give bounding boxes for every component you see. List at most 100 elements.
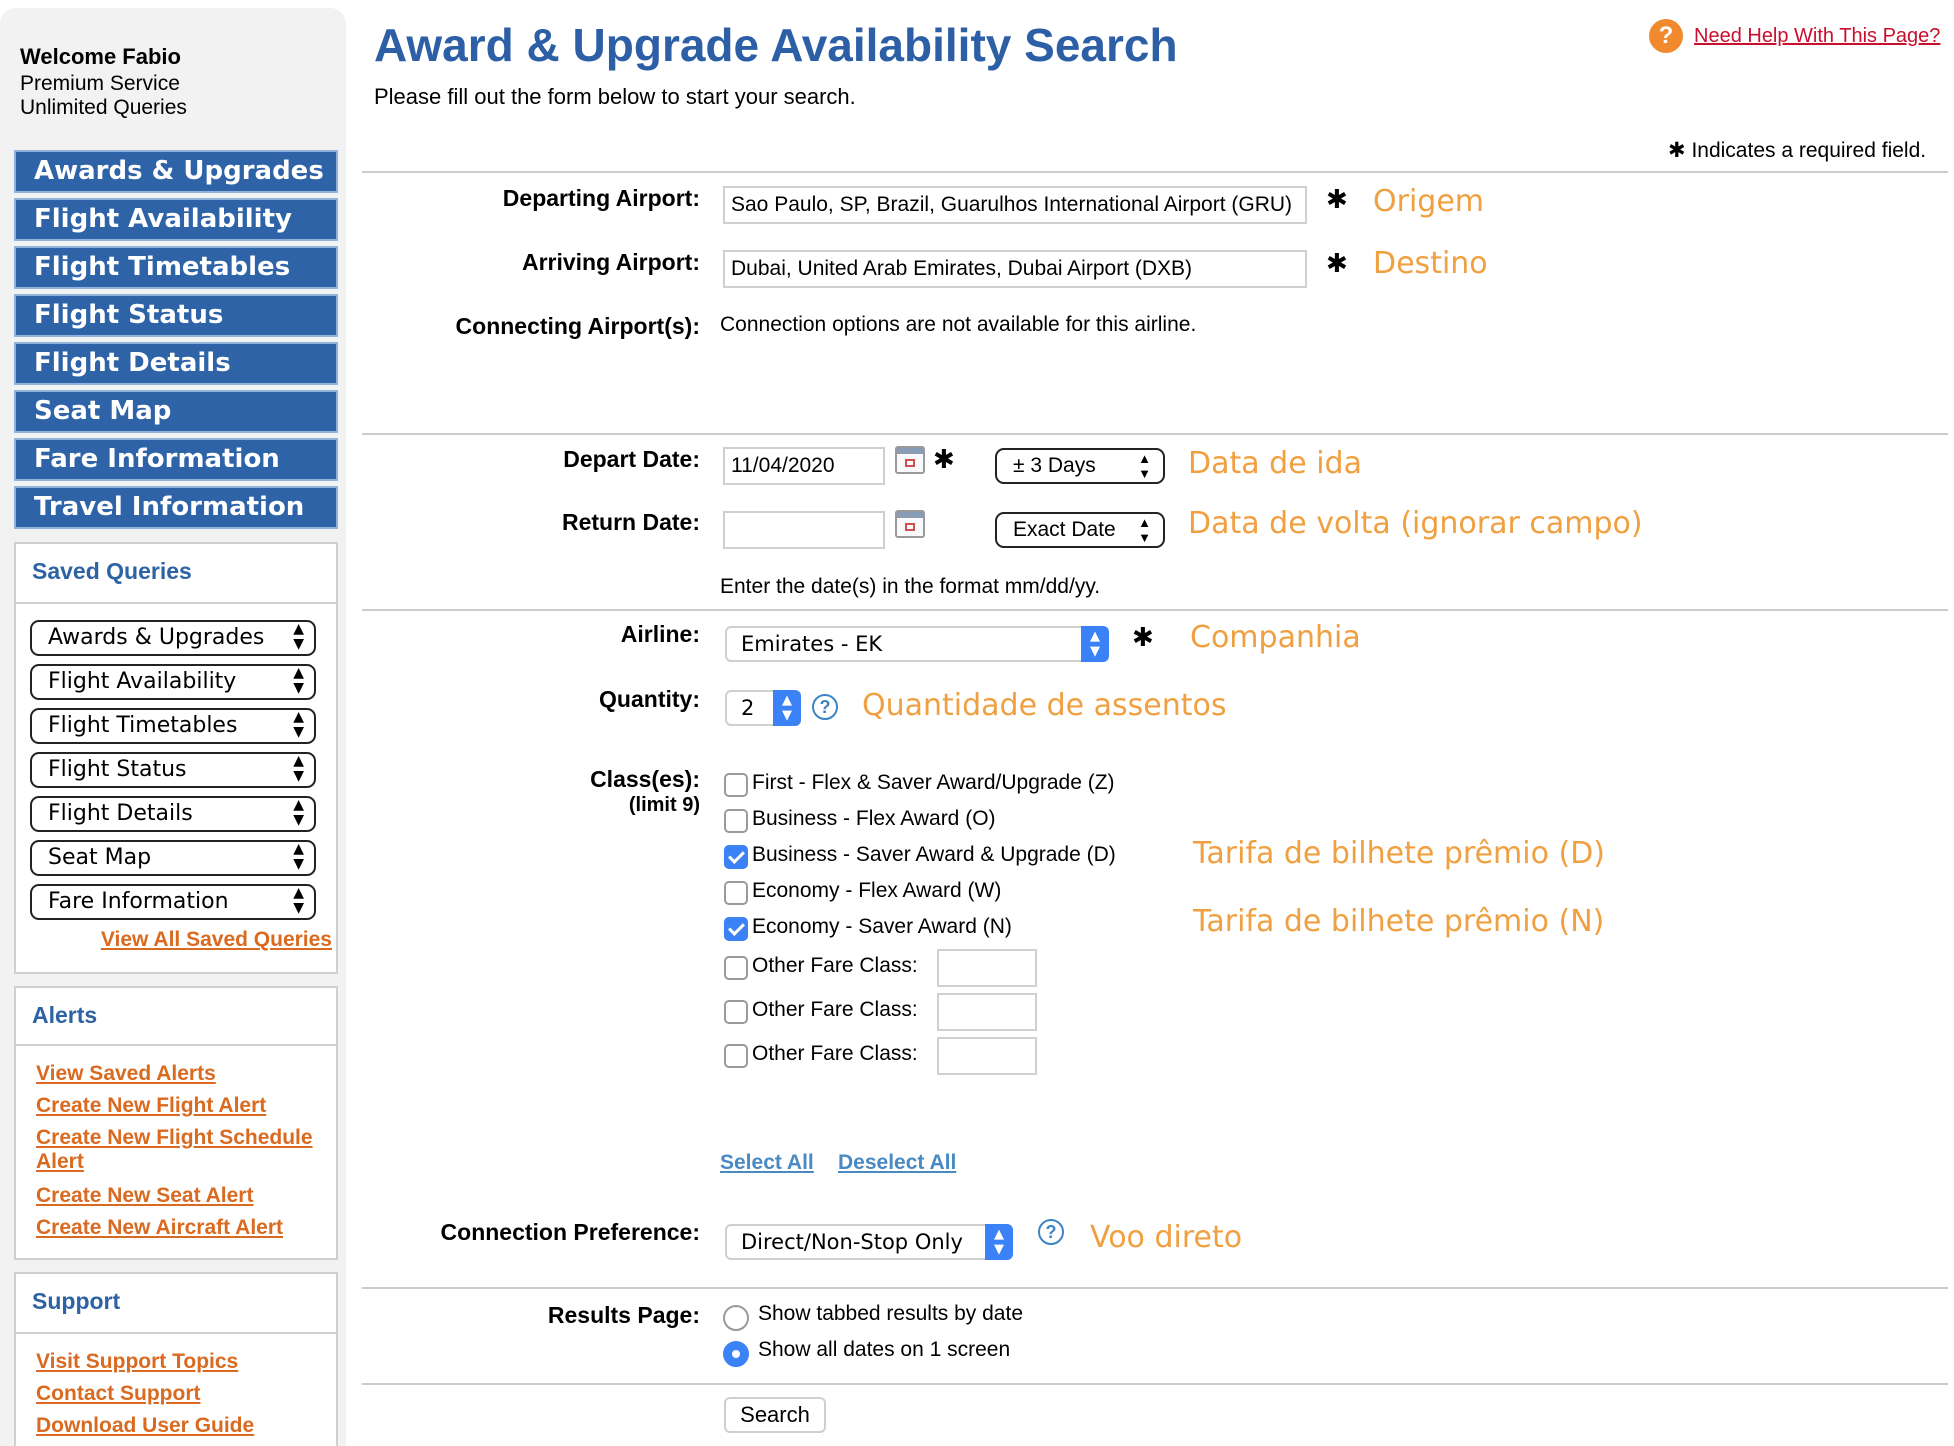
annotation-destino: Destino <box>1373 246 1488 281</box>
deselect-all-link[interactable]: Deselect All <box>838 1151 956 1175</box>
saved-query-select-seat-map[interactable]: Seat Map ▲ ▼ <box>30 840 316 876</box>
nav-flight-availability[interactable]: Flight Availability <box>14 198 338 241</box>
connecting-info: Connection options are not available for… <box>720 313 1197 336</box>
class-first-label: First - Flex & Saver Award/Upgrade (Z) <box>752 771 1115 794</box>
quantity-help-icon[interactable]: ? <box>812 694 838 720</box>
other-fare-input-1[interactable] <box>937 949 1037 987</box>
create-seat-alert-link[interactable]: Create New Seat Alert <box>36 1184 253 1208</box>
page-subtitle: Please fill out the form below to start … <box>374 84 856 109</box>
class-business-flex-label: Business - Flex Award (O) <box>752 807 996 830</box>
create-aircraft-alert-link[interactable]: Create New Aircraft Alert <box>36 1216 283 1240</box>
updown-arrows-icon: ▲ ▼ <box>293 665 304 696</box>
saved-query-select-availability[interactable]: Flight Availability ▲ ▼ <box>30 664 316 700</box>
depart-date-range-select[interactable]: ± 3 Days ▲ ▼ <box>995 448 1165 484</box>
saved-query-select-details[interactable]: Flight Details ▲ ▼ <box>30 796 316 832</box>
depart-date-input[interactable]: 11/04/2020 <box>723 447 885 485</box>
select-value: Flight Availability <box>48 669 237 694</box>
departing-airport-input[interactable]: Sao Paulo, SP, Brazil, Guarulhos Interna… <box>723 186 1307 224</box>
nav-flight-details[interactable]: Flight Details <box>14 342 338 385</box>
depart-date-label: Depart Date: <box>563 446 700 472</box>
select-value: Exact Date <box>1013 518 1116 541</box>
updown-arrows-icon: ▲ ▼ <box>293 841 304 872</box>
updown-arrows-icon: ▲ ▼ <box>293 797 304 828</box>
divider <box>16 602 336 604</box>
plan-line-1: Premium Service <box>20 72 180 95</box>
class-first-checkbox[interactable] <box>724 773 748 797</box>
select-value: Fare Information <box>48 889 229 914</box>
date-format-hint: Enter the date(s) in the format mm/dd/yy… <box>720 575 1101 598</box>
select-all-link[interactable]: Select All <box>720 1151 814 1175</box>
class-business-flex-checkbox[interactable] <box>724 809 748 833</box>
saved-query-select-fare[interactable]: Fare Information ▲ ▼ <box>30 884 316 920</box>
calendar-icon[interactable] <box>895 446 925 474</box>
visit-support-topics-link[interactable]: Visit Support Topics <box>36 1350 238 1374</box>
return-date-range-select[interactable]: Exact Date ▲ ▼ <box>995 512 1165 548</box>
class-economy-saver-checkbox[interactable] <box>724 917 748 941</box>
quantity-select[interactable]: 2 ▲ ▼ <box>725 690 801 726</box>
updown-arrows-icon: ▲ ▼ <box>1138 451 1151 481</box>
departing-label: Departing Airport: <box>502 185 700 211</box>
required-note-text: Indicates a required field. <box>1691 139 1927 162</box>
chevron-updown-icon: ▲ ▼ <box>1081 626 1109 662</box>
section-divider <box>362 1383 1948 1385</box>
help-link[interactable]: Need Help With This Page? <box>1694 25 1940 48</box>
nav-flight-status[interactable]: Flight Status <box>14 294 338 337</box>
welcome-text: Welcome Fabio <box>20 44 181 69</box>
other-fare-checkbox-1[interactable] <box>724 956 748 980</box>
connection-help-icon[interactable]: ? <box>1038 1219 1064 1245</box>
other-fare-label-3: Other Fare Class: <box>752 1042 918 1065</box>
contact-support-link[interactable]: Contact Support <box>36 1382 200 1406</box>
other-fare-checkbox-3[interactable] <box>724 1044 748 1068</box>
nav-awards-upgrades[interactable]: Awards & Upgrades <box>14 150 338 193</box>
nav-flight-timetables[interactable]: Flight Timetables <box>14 246 338 289</box>
section-divider <box>362 609 1948 611</box>
class-business-saver-label: Business - Saver Award & Upgrade (D) <box>752 843 1116 866</box>
nav-fare-information[interactable]: Fare Information <box>14 438 338 481</box>
connection-preference-select[interactable]: Direct/Non-Stop Only ▲ ▼ <box>725 1224 1013 1260</box>
results-page-label: Results Page: <box>547 1302 700 1328</box>
select-value: Awards & Upgrades <box>48 625 265 650</box>
return-date-label: Return Date: <box>561 509 700 535</box>
create-flight-schedule-alert-link[interactable]: Create New Flight Schedule <box>36 1126 313 1150</box>
select-value: Direct/Non-Stop Only <box>741 1230 963 1254</box>
nav-travel-information[interactable]: Travel Information <box>14 486 338 529</box>
required-star-icon: ✱ <box>1132 622 1154 652</box>
section-divider <box>362 171 1948 173</box>
alerts-title: Alerts <box>32 1002 98 1028</box>
download-user-guide-link[interactable]: Download User Guide <box>36 1414 254 1438</box>
saved-query-select-timetables[interactable]: Flight Timetables ▲ ▼ <box>30 708 316 744</box>
help-question-icon[interactable]: ? <box>1649 19 1683 53</box>
other-fare-label-1: Other Fare Class: <box>752 954 918 977</box>
create-flight-alert-link[interactable]: Create New Flight Alert <box>36 1094 266 1118</box>
view-all-saved-queries-link[interactable]: View All Saved Queries <box>101 928 332 952</box>
other-fare-input-2[interactable] <box>937 993 1037 1031</box>
saved-query-select-awards[interactable]: Awards & Upgrades ▲ ▼ <box>30 620 316 656</box>
arriving-airport-input[interactable]: Dubai, United Arab Emirates, Dubai Airpo… <box>723 250 1307 288</box>
results-all-dates-radio[interactable] <box>723 1341 749 1367</box>
calendar-icon[interactable] <box>895 510 925 538</box>
airline-select[interactable]: Emirates - EK ▲ ▼ <box>725 626 1109 662</box>
updown-arrows-icon: ▲ ▼ <box>293 885 304 916</box>
annotation-data-de-ida: Data de ida <box>1188 446 1362 481</box>
nav-seat-map[interactable]: Seat Map <box>14 390 338 433</box>
class-economy-flex-checkbox[interactable] <box>724 881 748 905</box>
required-star-icon: ✱ <box>1326 184 1348 214</box>
class-business-saver-checkbox[interactable] <box>724 845 748 869</box>
results-tabbed-radio[interactable] <box>723 1305 749 1331</box>
connecting-label: Connecting Airport(s): <box>455 313 700 339</box>
select-value: ± 3 Days <box>1013 454 1096 477</box>
create-flight-schedule-alert-link-cont[interactable]: Alert <box>36 1150 84 1174</box>
class-economy-saver-label: Economy - Saver Award (N) <box>752 915 1012 938</box>
other-fare-input-3[interactable] <box>937 1037 1037 1075</box>
return-date-input[interactable] <box>723 511 885 549</box>
other-fare-checkbox-2[interactable] <box>724 1000 748 1024</box>
view-saved-alerts-link[interactable]: View Saved Alerts <box>36 1062 216 1086</box>
annotation-quantidade: Quantidade de assentos <box>862 688 1227 723</box>
search-button[interactable]: Search <box>724 1397 826 1433</box>
other-fare-label-2: Other Fare Class: <box>752 998 918 1021</box>
chevron-updown-icon: ▲ ▼ <box>773 690 801 726</box>
saved-query-select-status[interactable]: Flight Status ▲ ▼ <box>30 752 316 788</box>
required-note: ✱ Indicates a required field. <box>1668 138 1926 163</box>
annotation-tarifa-n: Tarifa de bilhete prêmio (N) <box>1193 904 1605 939</box>
plan-line-2: Unlimited Queries <box>20 96 187 119</box>
